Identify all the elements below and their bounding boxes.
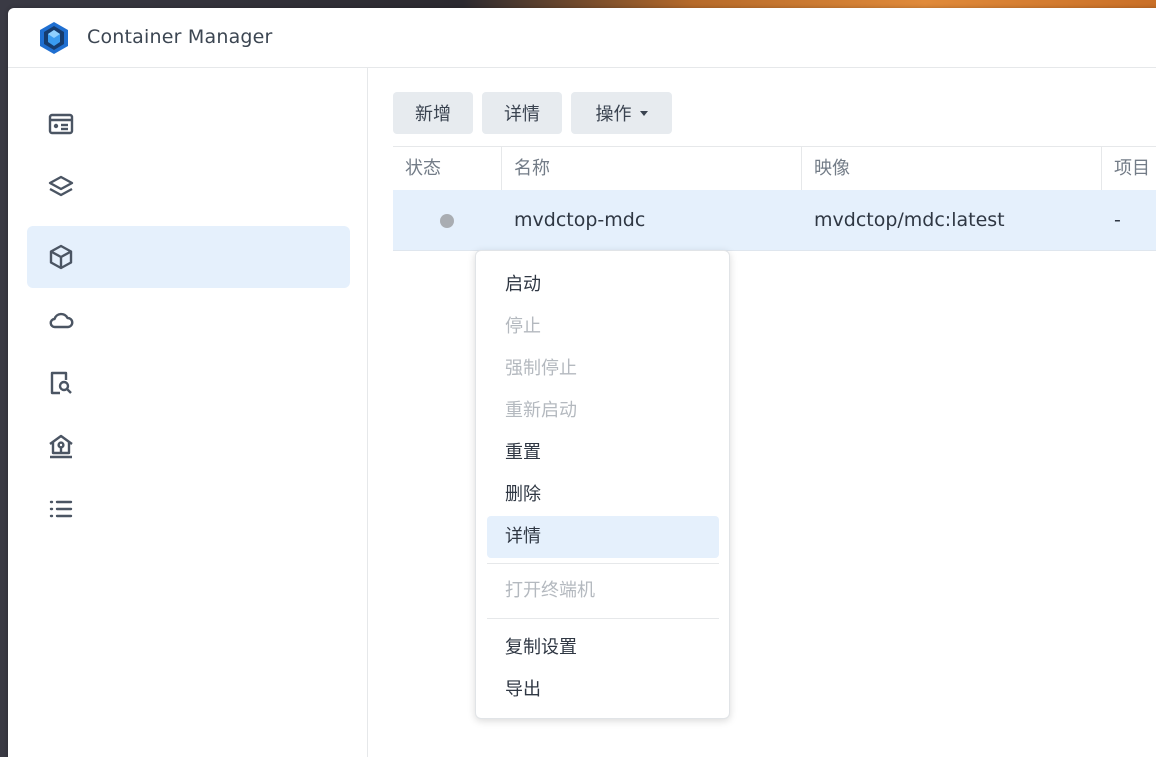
actions-label: 操作 bbox=[595, 104, 632, 125]
caret-down-icon bbox=[639, 110, 648, 116]
sidebar-item-registry[interactable] bbox=[27, 289, 350, 351]
actions-dropdown-button[interactable]: 操作 bbox=[571, 92, 672, 134]
status-cell bbox=[393, 190, 502, 251]
sidebar-item-overview[interactable] bbox=[27, 93, 350, 155]
context-menu: 启动 停止 强制停止 重新启动 重置 删除 详情 打开终端机 复制设置 导出 bbox=[475, 250, 730, 719]
details-button[interactable]: 详情 bbox=[482, 92, 562, 134]
table-header: 状态 名称 映像 项目 bbox=[393, 146, 1156, 191]
app-window: Container Manager 新增 详情 操作 状态 名称 映像 项目 m… bbox=[8, 8, 1156, 757]
menu-item-force-stop: 强制停止 bbox=[505, 358, 577, 379]
list-icon bbox=[49, 500, 73, 518]
menu-separator bbox=[487, 563, 719, 564]
layers-icon bbox=[48, 175, 74, 197]
container-name: mvdctop-mdc bbox=[514, 209, 646, 231]
sidebar-item-images[interactable] bbox=[27, 352, 350, 414]
add-button[interactable]: 新增 bbox=[393, 92, 473, 134]
menu-separator bbox=[487, 618, 719, 619]
sidebar-item-containers[interactable] bbox=[27, 226, 350, 288]
menu-item-details[interactable]: 详情 bbox=[487, 516, 719, 558]
cloud-icon bbox=[49, 312, 74, 329]
network-house-icon bbox=[49, 434, 73, 459]
column-header-name[interactable]: 名称 bbox=[502, 147, 802, 191]
container-manager-logo-icon bbox=[40, 22, 68, 54]
menu-item-restart: 重新启动 bbox=[505, 400, 577, 421]
menu-item-export[interactable]: 导出 bbox=[487, 669, 719, 711]
menu-item-open-terminal: 打开终端机 bbox=[505, 580, 595, 601]
sidebar-item-network[interactable] bbox=[27, 415, 350, 477]
status-indicator-icon bbox=[440, 214, 454, 228]
menu-item-start[interactable]: 启动 bbox=[487, 264, 719, 306]
container-project: - bbox=[1114, 209, 1121, 231]
sidebar-item-projects[interactable] bbox=[27, 156, 350, 218]
menu-item-stop: 停止 bbox=[505, 316, 541, 337]
sidebar bbox=[8, 68, 368, 757]
sidebar-item-log[interactable] bbox=[27, 478, 350, 540]
column-header-project[interactable]: 项目 bbox=[1102, 147, 1156, 191]
overview-icon bbox=[48, 113, 74, 135]
column-header-status[interactable]: 状态 bbox=[393, 147, 502, 191]
table-row[interactable]: mvdctop-mdc mvdctop/mdc:latest - bbox=[393, 190, 1156, 251]
menu-item-delete[interactable]: 删除 bbox=[487, 474, 719, 516]
container-image: mvdctop/mdc:latest bbox=[814, 209, 1005, 231]
document-search-icon bbox=[50, 371, 72, 395]
column-header-image[interactable]: 映像 bbox=[802, 147, 1102, 191]
menu-item-reset[interactable]: 重置 bbox=[487, 432, 719, 474]
menu-item-duplicate-settings[interactable]: 复制设置 bbox=[487, 627, 719, 669]
container-icon bbox=[49, 244, 73, 270]
title-bar: Container Manager bbox=[8, 8, 1156, 68]
app-title: Container Manager bbox=[87, 26, 273, 48]
